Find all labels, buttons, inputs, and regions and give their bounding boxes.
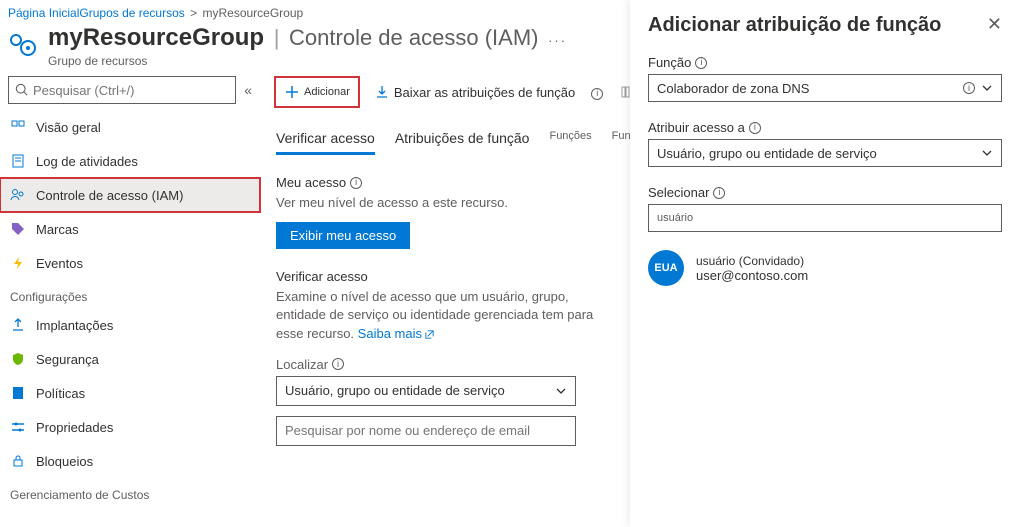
sidebar-item-tags[interactable]: Marcas: [0, 212, 260, 246]
external-link-icon: [424, 329, 435, 340]
sidebar-item-security[interactable]: Segurança: [0, 342, 260, 376]
my-access-title: Meu acessoi: [276, 175, 616, 190]
assign-select-value: Usuário, grupo ou entidade de serviço: [657, 146, 877, 161]
download-button[interactable]: Baixar as atribuições de função: [368, 80, 581, 104]
role-label: Funçãoi: [648, 55, 1002, 70]
chevron-down-icon: [555, 385, 567, 397]
breadcrumb-home[interactable]: Página Inicial: [8, 6, 79, 20]
overview-icon: [10, 119, 26, 135]
sidebar-item-events[interactable]: Eventos: [0, 246, 260, 280]
check-access-title: Verificar acesso: [276, 269, 616, 284]
sidebar-item-overview[interactable]: Visão geral: [0, 110, 260, 144]
add-role-assignment-panel: Adicionar atribuição de função ✕ Funçãoi…: [630, 0, 1020, 527]
role-select-value: Colaborador de zona DNS: [657, 81, 809, 96]
sidebar-item-label: Visão geral: [36, 120, 101, 135]
sidebar-item-label: Eventos: [36, 256, 83, 271]
upload-icon: [10, 317, 26, 333]
user-name-label: usuário (Convidado): [696, 254, 808, 268]
panel-title: Adicionar atribuição de função: [648, 14, 941, 37]
tag-icon: [10, 221, 26, 237]
tab-roles[interactable]: Funções: [549, 124, 591, 155]
sidebar-item-label: Propriedades: [36, 420, 113, 435]
sidebar-item-iam[interactable]: Controle de acesso (IAM): [0, 178, 260, 212]
info-icon: i: [591, 84, 603, 100]
sidebar-section-cost: Gerenciamento de Custos: [0, 478, 260, 506]
chevron-down-icon: [981, 147, 993, 159]
resource-group-icon: [8, 28, 40, 60]
find-label: Localizari: [276, 357, 616, 372]
select-label: Selecionari: [648, 185, 1002, 200]
find-select[interactable]: Usuário, grupo ou entidade de serviço: [276, 376, 576, 406]
search-principal-input-wrap[interactable]: [276, 416, 576, 446]
breadcrumb-groups[interactable]: Grupos de recursos: [79, 6, 184, 20]
sidebar-item-activity[interactable]: Log de atividades: [0, 144, 260, 178]
user-result-row[interactable]: EUA usuário (Convidado) user@contoso.com: [648, 250, 1002, 286]
assign-label: Atribuir acesso ai: [648, 120, 1002, 135]
page-title: myResourceGroup: [48, 24, 264, 51]
chevron-down-icon: [981, 82, 993, 94]
my-access-section: Meu acessoi Ver meu nível de acesso a es…: [276, 175, 616, 249]
more-icon[interactable]: ···: [548, 33, 567, 48]
select-input[interactable]: usuário: [648, 204, 1002, 232]
sidebar-item-label: Implantações: [36, 318, 113, 333]
info-icon: i: [350, 177, 362, 189]
sidebar-item-properties[interactable]: Propriedades: [0, 410, 260, 444]
sidebar-item-label: Log de atividades: [36, 154, 138, 169]
info-icon: i: [963, 82, 975, 94]
info-icon: i: [695, 57, 707, 69]
people-icon: [10, 187, 26, 203]
download-icon: [374, 84, 390, 100]
info-icon: i: [749, 122, 761, 134]
bolt-icon: [10, 255, 26, 271]
search-box[interactable]: [8, 76, 236, 104]
policy-icon: [10, 385, 26, 401]
sidebar-item-label: Controle de acesso (IAM): [36, 188, 183, 203]
tab-role-assignments[interactable]: Atribuições de função: [395, 124, 530, 155]
assign-select[interactable]: Usuário, grupo ou entidade de serviço: [648, 139, 1002, 167]
user-email-label: user@contoso.com: [696, 268, 808, 283]
add-button[interactable]: Adicionar: [276, 78, 358, 106]
view-my-access-button[interactable]: Exibir meu acesso: [276, 222, 410, 249]
sidebar-item-locks[interactable]: Bloqueios: [0, 444, 260, 478]
log-icon: [10, 153, 26, 169]
toolbar-add-label: Adicionar: [304, 86, 350, 98]
breadcrumb-current: myResourceGroup: [202, 6, 303, 20]
search-input[interactable]: [33, 83, 229, 98]
my-access-desc: Ver meu nível de acesso a este recurso.: [276, 194, 616, 212]
info-icon: i: [713, 187, 725, 199]
check-access-section: Verificar acesso Examine o nível de aces…: [276, 269, 616, 446]
sidebar-item-label: Bloqueios: [36, 454, 93, 469]
page-subtitle: Controle de acesso (IAM): [289, 25, 538, 50]
avatar: EUA: [648, 250, 684, 286]
close-icon[interactable]: ✕: [987, 14, 1002, 35]
lock-icon: [10, 453, 26, 469]
sidebar-section-settings: Configurações: [0, 280, 260, 308]
tab-check-access[interactable]: Verificar acesso: [276, 124, 375, 155]
search-icon: [15, 83, 29, 97]
sidebar-item-policies[interactable]: Políticas: [0, 376, 260, 410]
plus-icon: [284, 84, 300, 100]
sliders-icon: [10, 419, 26, 435]
sidebar-item-label: Políticas: [36, 386, 85, 401]
role-select[interactable]: Colaborador de zona DNS i: [648, 74, 1002, 102]
sidebar-item-label: Marcas: [36, 222, 79, 237]
info-icon: i: [332, 358, 344, 370]
search-principal-input[interactable]: [285, 423, 567, 438]
find-select-value: Usuário, grupo ou entidade de serviço: [285, 383, 505, 398]
check-access-desc: Examine o nível de acesso que um usuário…: [276, 288, 616, 343]
sidebar: « Visão geral Log de atividades Controle…: [0, 72, 260, 527]
toolbar-download-label: Baixar as atribuições de função: [394, 85, 575, 100]
resource-type-label: Grupo de recursos: [48, 54, 567, 68]
learn-more-link[interactable]: Saiba mais: [358, 326, 435, 341]
collapse-icon[interactable]: «: [244, 82, 252, 98]
shield-icon: [10, 351, 26, 367]
sidebar-item-deployments[interactable]: Implantações: [0, 308, 260, 342]
sidebar-item-label: Segurança: [36, 352, 99, 367]
